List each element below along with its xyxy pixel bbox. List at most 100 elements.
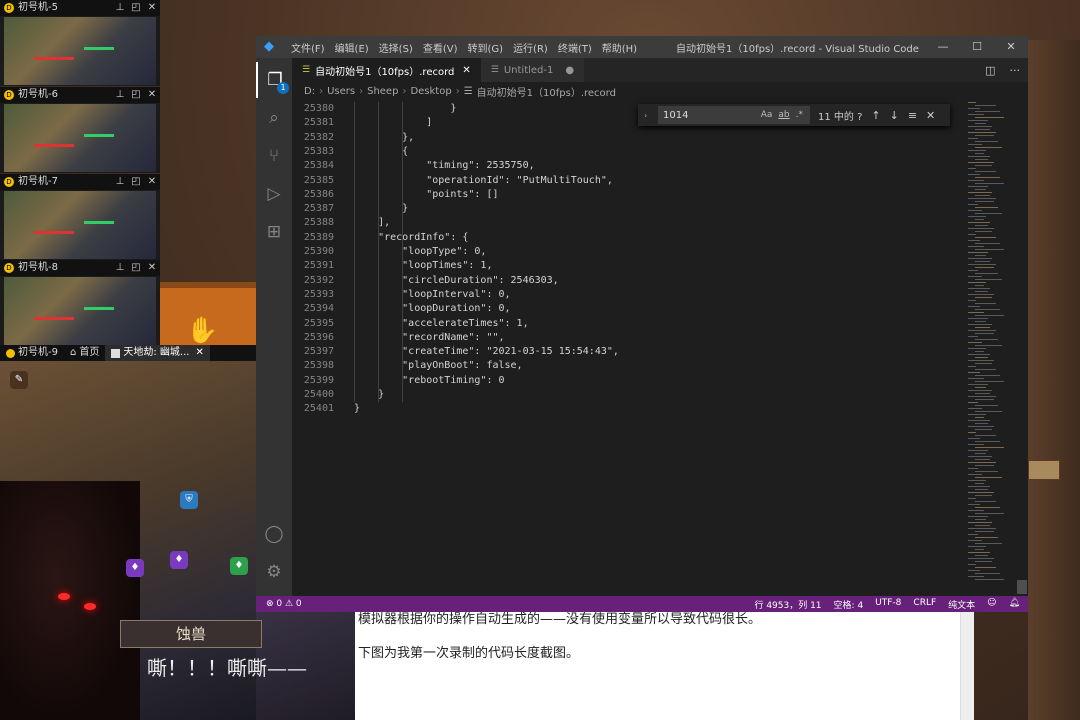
- unit-marker-icon[interactable]: ♦: [170, 551, 188, 569]
- close-icon[interactable]: ✕: [994, 36, 1028, 58]
- next-match-icon[interactable]: ↓: [890, 109, 899, 122]
- code-line[interactable]: }: [354, 102, 456, 116]
- shield-icon[interactable]: ⛨: [180, 491, 198, 509]
- menu-selection[interactable]: 选择(S): [374, 40, 418, 55]
- code-line[interactable]: "playOnBoot": false,: [354, 359, 522, 373]
- tab-untitled[interactable]: ☰ Untitled-1 ●: [480, 58, 585, 82]
- code-line[interactable]: ]: [354, 116, 432, 130]
- emulator-titlebar[interactable]: D 初号机-8 ⊥ ◰ ✕: [0, 260, 160, 276]
- unit-marker-icon[interactable]: ♦: [126, 559, 144, 577]
- match-case-button[interactable]: Aa: [761, 110, 773, 120]
- find-in-selection-icon[interactable]: ≡: [908, 109, 917, 122]
- close-tab-icon[interactable]: ✕: [462, 65, 470, 76]
- emulator-titlebar[interactable]: D 初号机-5 ⊥ ◰ ✕: [0, 0, 160, 16]
- pin-icon[interactable]: ⊥: [112, 0, 128, 16]
- menu-file[interactable]: 文件(F): [286, 40, 330, 55]
- emulator-9-game-tab[interactable]: 天地劫: 幽城... ✕: [105, 345, 210, 361]
- match-whole-word-button[interactable]: ab: [778, 110, 789, 120]
- code-line[interactable]: "recordInfo": {: [354, 231, 468, 245]
- close-icon[interactable]: ✕: [144, 260, 160, 276]
- article-editor[interactable]: 模拟器根据你的操作自动生成的——没有使用变量所以导致代码很长。 下图为我第一次录…: [355, 605, 973, 720]
- emulator-window-7[interactable]: D 初号机-7 ⊥ ◰ ✕: [0, 174, 160, 260]
- code-line[interactable]: }: [354, 388, 384, 402]
- code-line[interactable]: "loopTimes": 1,: [354, 259, 492, 273]
- menu-edit[interactable]: 编辑(E): [330, 40, 374, 55]
- emulator-window-6[interactable]: D 初号机-6 ⊥ ◰ ✕: [0, 87, 160, 173]
- quill-icon[interactable]: ✎: [10, 371, 28, 389]
- close-icon[interactable]: ✕: [144, 87, 160, 103]
- find-input[interactable]: 1014 Aa ab .*: [658, 106, 810, 124]
- tab-record-file[interactable]: ☰ 自动初始号1（10fps）.record ✕: [292, 58, 481, 82]
- code-line[interactable]: "points": []: [354, 188, 498, 202]
- code-line[interactable]: "recordName": "",: [354, 331, 504, 345]
- language-mode[interactable]: 纯文本: [948, 598, 975, 611]
- scroll-thumb[interactable]: [1017, 580, 1027, 594]
- encoding-setting[interactable]: UTF-8: [875, 598, 901, 611]
- code-line[interactable]: "loopType": 0,: [354, 245, 486, 259]
- split-editor-icon[interactable]: ◫: [985, 64, 995, 77]
- restore-icon[interactable]: ◰: [128, 0, 144, 16]
- code-area[interactable]: } ] }, { "timing": 2535750, "operationId…: [354, 102, 954, 596]
- toggle-replace-icon[interactable]: ›: [644, 111, 654, 120]
- minimap[interactable]: [964, 102, 1014, 596]
- notifications-bell-icon[interactable]: 🔔︎: [1009, 598, 1020, 611]
- code-line[interactable]: {: [354, 145, 408, 159]
- menu-run[interactable]: 运行(R): [508, 40, 553, 55]
- run-debug-icon[interactable]: ▷: [256, 176, 292, 212]
- code-line[interactable]: "operationId": "PutMultiTouch",: [354, 174, 613, 188]
- close-find-icon[interactable]: ✕: [926, 109, 935, 122]
- code-line[interactable]: "circleDuration": 2546303,: [354, 274, 559, 288]
- emulator-window-5[interactable]: D 初号机-5 ⊥ ◰ ✕: [0, 0, 160, 86]
- menu-help[interactable]: 帮助(H): [597, 40, 642, 55]
- source-control-icon[interactable]: ⑂: [256, 138, 292, 174]
- close-icon[interactable]: ✕: [195, 345, 203, 361]
- breadcrumb-sheep[interactable]: Sheep: [367, 86, 398, 97]
- close-icon[interactable]: ✕: [144, 174, 160, 190]
- emulator-9-tabbar[interactable]: 初号机-9 ⌂ 首页 天地劫: 幽城... ✕: [0, 345, 256, 361]
- editor-scrollbar[interactable]: [1016, 102, 1028, 596]
- pin-icon[interactable]: ⊥: [112, 174, 128, 190]
- emulator-titlebar[interactable]: D 初号机-7 ⊥ ◰ ✕: [0, 174, 160, 190]
- account-icon[interactable]: ◯: [256, 516, 292, 552]
- breadcrumb-desktop[interactable]: Desktop: [410, 86, 451, 97]
- breadcrumb-file[interactable]: 自动初始号1（10fps）.record: [477, 84, 616, 99]
- emulator-game-view[interactable]: [4, 104, 156, 172]
- pin-icon[interactable]: ⊥: [112, 87, 128, 103]
- code-line[interactable]: "createTime": "2021-03-15 15:54:43",: [354, 345, 619, 359]
- unsaved-dot-icon[interactable]: ●: [565, 65, 574, 76]
- minimize-icon[interactable]: —: [926, 36, 960, 58]
- emulator-game-view[interactable]: [4, 17, 156, 85]
- restore-icon[interactable]: ◰: [128, 174, 144, 190]
- article-scrollbar[interactable]: [960, 605, 974, 720]
- explorer-icon[interactable]: ❐ 1: [256, 62, 292, 98]
- close-icon[interactable]: ✕: [144, 0, 160, 16]
- code-line[interactable]: "timing": 2535750,: [354, 159, 534, 173]
- settings-gear-icon[interactable]: ⚙: [256, 554, 292, 590]
- pin-icon[interactable]: ⊥: [112, 260, 128, 276]
- emulator-game-view[interactable]: [4, 277, 156, 345]
- vscode-titlebar[interactable]: ◆ 文件(F) 编辑(E) 选择(S) 查看(V) 转到(G) 运行(R) 终端…: [256, 36, 1028, 58]
- emulator-window-8[interactable]: D 初号机-8 ⊥ ◰ ✕: [0, 260, 160, 346]
- emulator-titlebar[interactable]: D 初号机-6 ⊥ ◰ ✕: [0, 87, 160, 103]
- use-regex-button[interactable]: .*: [796, 110, 803, 120]
- feedback-icon[interactable]: ☺: [987, 598, 996, 611]
- search-icon[interactable]: ⌕: [256, 100, 292, 136]
- unit-marker-icon[interactable]: ♦: [230, 557, 248, 575]
- more-actions-icon[interactable]: ···: [1010, 64, 1021, 77]
- breadcrumb-users[interactable]: Users: [327, 86, 355, 97]
- emulator-9-home-tab[interactable]: ⌂ 首页: [64, 345, 105, 361]
- cursor-position[interactable]: 行 4953，列 11: [754, 598, 821, 611]
- menu-view[interactable]: 查看(V): [418, 40, 463, 55]
- emulator-9-title-tab[interactable]: 初号机-9: [0, 345, 64, 361]
- code-line[interactable]: }: [354, 402, 360, 416]
- extensions-icon[interactable]: ⊞: [256, 214, 292, 250]
- maximize-icon[interactable]: ☐: [960, 36, 994, 58]
- breadcrumb-drive[interactable]: D:: [304, 86, 315, 97]
- problems-indicator[interactable]: ⊗ 0 ⚠ 0: [256, 599, 302, 609]
- menu-terminal[interactable]: 终端(T): [553, 40, 597, 55]
- code-line[interactable]: "rebootTiming": 0: [354, 374, 504, 388]
- emulator-game-view[interactable]: [4, 191, 156, 259]
- restore-icon[interactable]: ◰: [128, 87, 144, 103]
- restore-icon[interactable]: ◰: [128, 260, 144, 276]
- code-line[interactable]: }: [354, 202, 408, 216]
